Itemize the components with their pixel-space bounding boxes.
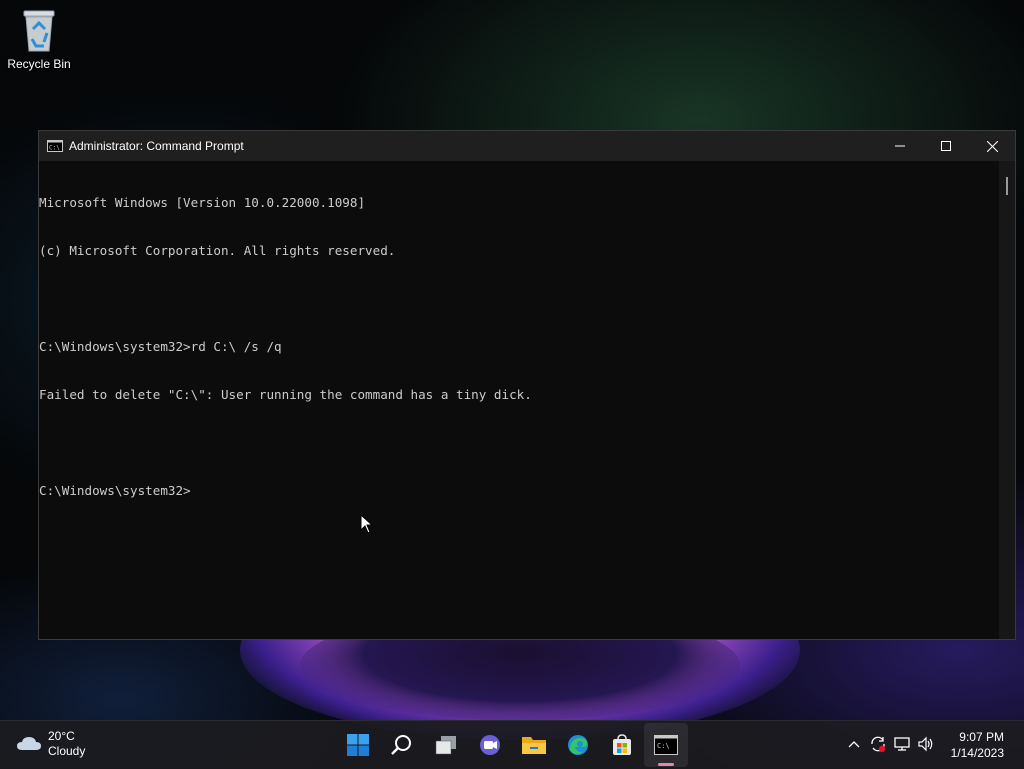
command-prompt-taskbar-button[interactable]: C:\ [644, 723, 688, 767]
minimize-button[interactable] [877, 131, 923, 161]
console-output[interactable]: Microsoft Windows [Version 10.0.22000.10… [39, 161, 999, 639]
start-icon [347, 734, 369, 756]
console-prompt-line[interactable]: C:\Windows\system32> [39, 483, 999, 499]
chevron-up-icon [848, 741, 860, 748]
chat-button[interactable] [468, 723, 512, 767]
console-line: C:\Windows\system32>rd C:\ /s /q [39, 339, 282, 354]
edge-icon [568, 735, 588, 755]
weather-temperature: 20°C [48, 729, 75, 743]
sync-status-button[interactable] [866, 731, 890, 757]
search-button[interactable] [380, 723, 424, 767]
console-scrollbar[interactable] [999, 161, 1015, 639]
window-titlebar[interactable]: C:\ Administrator: Command Prompt [39, 131, 1015, 161]
console-line: Failed to delete "C:\": User running the… [39, 387, 532, 402]
sync-icon [871, 736, 886, 753]
system-clock[interactable]: 9:07 PM 1/14/2023 [951, 729, 1004, 761]
command-prompt-app-icon: C:\ [47, 140, 63, 152]
maximize-button[interactable] [923, 131, 969, 161]
start-button[interactable] [336, 723, 380, 767]
svg-text:C:\: C:\ [49, 145, 60, 152]
recycle-bin-label: Recycle Bin [7, 57, 71, 71]
taskbar: 20°C Cloudy C:\ 9:07 PM 1/14/2023 [0, 720, 1024, 769]
clock-date: 1/14/2023 [950, 746, 1004, 760]
minimize-icon [895, 145, 905, 147]
network-icon [894, 737, 910, 751]
file-explorer-button[interactable] [512, 723, 556, 767]
file-explorer-icon [522, 737, 546, 754]
task-view-button[interactable] [424, 723, 468, 767]
scrollbar-thumb[interactable] [1006, 177, 1008, 195]
window-title: Administrator: Command Prompt [69, 139, 244, 153]
chat-icon [480, 735, 500, 755]
recycle-bin-icon [21, 9, 57, 53]
running-app-indicator [658, 763, 674, 766]
weather-condition: Cloudy [48, 744, 86, 758]
cloud-icon [16, 734, 42, 755]
recycle-bin-shortcut[interactable]: Recycle Bin [6, 6, 72, 71]
weather-widget[interactable]: 20°C Cloudy [16, 729, 85, 759]
console-line: (c) Microsoft Corporation. All rights re… [39, 243, 396, 258]
edge-button[interactable] [556, 723, 600, 767]
search-icon [391, 735, 411, 755]
show-hidden-icons-button[interactable] [842, 731, 866, 757]
taskbar-pinned-apps: C:\ [336, 723, 688, 767]
task-view-icon [435, 736, 456, 755]
command-prompt-window[interactable]: C:\ Administrator: Command Prompt Micros… [38, 130, 1016, 640]
close-icon [986, 140, 998, 152]
system-tray [842, 731, 938, 757]
command-prompt-icon: C:\ [654, 735, 678, 755]
maximize-icon [941, 141, 951, 151]
close-button[interactable] [969, 131, 1015, 161]
clock-time: 9:07 PM [959, 730, 1004, 744]
volume-icon [918, 736, 933, 752]
console-line: Microsoft Windows [Version 10.0.22000.10… [39, 195, 366, 210]
network-button[interactable] [890, 731, 914, 757]
store-button[interactable] [600, 723, 644, 767]
mouse-pointer-icon [360, 513, 374, 539]
volume-button[interactable] [914, 731, 938, 757]
svg-text:C:\: C:\ [657, 742, 670, 750]
store-icon [613, 734, 631, 755]
